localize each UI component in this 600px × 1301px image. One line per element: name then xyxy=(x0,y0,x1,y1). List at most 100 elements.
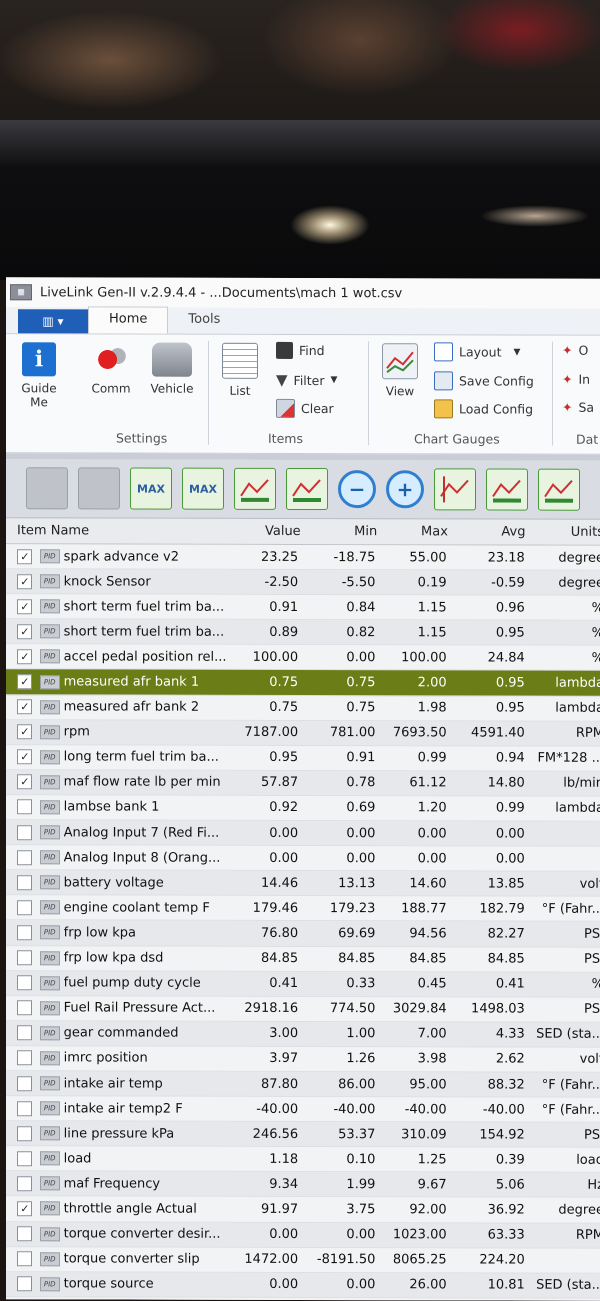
column-header-min[interactable]: Min xyxy=(301,524,378,539)
row-checkbox[interactable]: ✓ xyxy=(17,624,32,639)
row-checkbox[interactable] xyxy=(17,1277,32,1292)
clear-button[interactable]: Clear xyxy=(276,399,334,418)
row-checkbox[interactable] xyxy=(17,950,32,965)
data-option-1[interactable]: ✦ O xyxy=(562,343,588,358)
save-config-button[interactable]: Save Config xyxy=(434,371,534,390)
data-option-3[interactable]: ✦ Sa xyxy=(562,400,594,415)
comm-button[interactable]: Comm xyxy=(86,342,136,395)
table-row[interactable]: PIDtorque source0.000.0026.0010.81SED (s… xyxy=(6,1272,600,1299)
vehicle-button[interactable]: Vehicle xyxy=(144,343,200,396)
row-checkbox[interactable] xyxy=(17,1051,32,1066)
disabled-gauge-icon[interactable] xyxy=(26,467,68,509)
filter-button[interactable]: ▼ Filter ▼ xyxy=(276,371,337,389)
row-checkbox[interactable]: ✓ xyxy=(17,724,32,739)
table-row[interactable]: ✓PIDmaf flow rate lb per min57.870.7861.… xyxy=(6,770,600,797)
item-min: 0.84 xyxy=(298,600,375,615)
table-row[interactable]: PIDAnalog Input 8 (Orang...0.000.000.000… xyxy=(6,845,600,872)
table-row[interactable]: PIDengine coolant temp F179.46179.23188.… xyxy=(6,896,600,923)
table-row[interactable]: PIDfrp low kpa76.8069.6994.5682.27PSI xyxy=(6,921,600,948)
row-checkbox[interactable]: ✓ xyxy=(17,775,32,790)
column-header-name[interactable]: Item Name xyxy=(17,523,230,539)
table-row[interactable]: ✓PIDspark advance v223.25-18.7555.0023.1… xyxy=(6,544,600,571)
data-option-2[interactable]: ✦ In xyxy=(562,372,590,387)
row-checkbox[interactable] xyxy=(17,1000,32,1015)
max-vertical-icon[interactable]: MAX xyxy=(182,468,224,510)
row-checkbox[interactable] xyxy=(17,1101,32,1116)
row-checkbox[interactable]: ✓ xyxy=(17,649,32,664)
cursor-right-icon[interactable] xyxy=(486,468,528,510)
zoom-in-icon[interactable]: + xyxy=(386,470,424,508)
table-row[interactable]: PIDfrp low kpa dsd84.8584.8584.8584.85PS… xyxy=(6,946,600,973)
zoom-fit-horizontal-icon[interactable] xyxy=(234,468,276,510)
table-row[interactable]: PIDimrc position3.971.263.982.62volt xyxy=(6,1046,600,1073)
table-row[interactable]: ✓PIDshort term fuel trim ba...0.890.821.… xyxy=(6,619,600,646)
row-checkbox[interactable] xyxy=(17,1226,32,1241)
row-checkbox[interactable]: ✓ xyxy=(17,1201,32,1216)
tab-home[interactable]: Home xyxy=(88,306,168,333)
zoom-out-icon[interactable]: − xyxy=(338,470,376,508)
table-row[interactable]: ✓PIDshort term fuel trim ba...0.910.841.… xyxy=(6,594,600,621)
table-row[interactable]: PIDAnalog Input 7 (Red Fi...0.000.000.00… xyxy=(6,820,600,847)
table-row[interactable]: PIDlambse bank 10.920.691.200.99lambda xyxy=(6,795,600,822)
row-checkbox[interactable] xyxy=(17,800,32,815)
row-checkbox[interactable] xyxy=(17,1126,32,1141)
row-checkbox[interactable] xyxy=(17,1076,32,1091)
table-row[interactable]: PIDintake air temp87.8086.0095.0088.32°F… xyxy=(6,1071,600,1098)
table-row[interactable]: PIDload1.180.101.250.39load xyxy=(6,1146,600,1173)
table-row[interactable]: ✓PIDmeasured afr bank 10.750.752.000.95l… xyxy=(6,670,600,697)
row-checkbox[interactable] xyxy=(17,1251,32,1266)
row-checkbox[interactable]: ✓ xyxy=(17,549,32,564)
file-menu-button[interactable]: ▥ ▾ xyxy=(18,309,88,333)
table-row[interactable]: PIDtorque converter slip1472.00-8191.508… xyxy=(6,1247,600,1274)
row-checkbox[interactable] xyxy=(17,975,32,990)
column-header-value[interactable]: Value xyxy=(230,524,301,539)
table-row[interactable]: ✓PIDthrottle angle Actual91.973.7592.003… xyxy=(6,1197,600,1224)
row-checkbox[interactable] xyxy=(17,1151,32,1166)
item-name: torque converter desir... xyxy=(64,1226,227,1241)
table-row[interactable]: PIDtrans fluid temp f164.97159.57170.941… xyxy=(6,1297,600,1301)
load-config-button[interactable]: Load Config xyxy=(434,399,533,418)
find-button[interactable]: Find xyxy=(276,342,325,359)
column-header-avg[interactable]: Avg xyxy=(448,524,526,539)
chart-view-icon xyxy=(382,343,418,379)
row-checkbox[interactable] xyxy=(17,1176,32,1191)
data-option-label: In xyxy=(578,372,590,387)
table-row[interactable]: PIDmaf Frequency9.341.999.675.06Hz xyxy=(6,1172,600,1199)
max-horizontal-icon[interactable]: MAX xyxy=(130,468,172,510)
chart-scroll-icon[interactable] xyxy=(538,469,580,511)
row-checkbox[interactable]: ✓ xyxy=(17,674,32,689)
row-checkbox[interactable]: ✓ xyxy=(17,699,32,714)
table-row[interactable]: PIDfuel pump duty cycle0.410.330.450.41% xyxy=(6,971,600,998)
item-avg: 0.95 xyxy=(447,700,525,715)
table-row[interactable]: PIDintake air temp2 F-40.00-40.00-40.00-… xyxy=(6,1096,600,1123)
cursor-left-icon[interactable] xyxy=(434,468,476,510)
row-checkbox[interactable]: ✓ xyxy=(17,750,32,765)
table-row[interactable]: PIDgear commanded3.001.007.004.33SED (st… xyxy=(6,1021,600,1048)
guide-me-button[interactable]: i Guide Me xyxy=(14,342,64,409)
row-checkbox[interactable]: ✓ xyxy=(17,599,32,614)
table-row[interactable]: ✓PIDrpm7187.00781.007693.504591.40RPM xyxy=(6,720,600,747)
column-header-max[interactable]: Max xyxy=(377,524,448,539)
table-row[interactable]: ✓PIDaccel pedal position rel...100.000.0… xyxy=(6,645,600,672)
row-checkbox[interactable] xyxy=(17,825,32,840)
disabled-gauge-icon[interactable] xyxy=(78,467,120,509)
table-row[interactable]: PIDtorque converter desir...0.000.001023… xyxy=(6,1222,600,1249)
row-checkbox[interactable] xyxy=(17,1026,32,1041)
layout-button[interactable]: Layout ▼ xyxy=(434,342,520,361)
table-row[interactable]: PIDline pressure kPa246.5653.37310.09154… xyxy=(6,1121,600,1148)
table-row[interactable]: ✓PIDlong term fuel trim ba...0.950.910.9… xyxy=(6,745,600,772)
row-checkbox[interactable] xyxy=(17,900,32,915)
row-checkbox[interactable] xyxy=(17,925,32,940)
table-row[interactable]: ✓PIDknock Sensor-2.50-5.500.19-0.59degre… xyxy=(6,569,600,596)
row-checkbox[interactable] xyxy=(17,850,32,865)
table-row[interactable]: PIDFuel Rail Pressure Act...2918.16774.5… xyxy=(6,996,600,1023)
row-checkbox[interactable] xyxy=(17,875,32,890)
tab-tools[interactable]: Tools xyxy=(168,308,240,334)
table-row[interactable]: ✓PIDmeasured afr bank 20.750.751.980.95l… xyxy=(6,695,600,722)
zoom-fit-vertical-icon[interactable] xyxy=(286,468,328,510)
row-checkbox[interactable]: ✓ xyxy=(17,574,32,589)
table-row[interactable]: PIDbattery voltage14.4613.1314.6013.85vo… xyxy=(6,870,600,897)
column-header-units[interactable]: Units xyxy=(525,525,600,540)
list-button[interactable]: List xyxy=(218,343,262,398)
view-button[interactable]: View xyxy=(378,343,422,398)
